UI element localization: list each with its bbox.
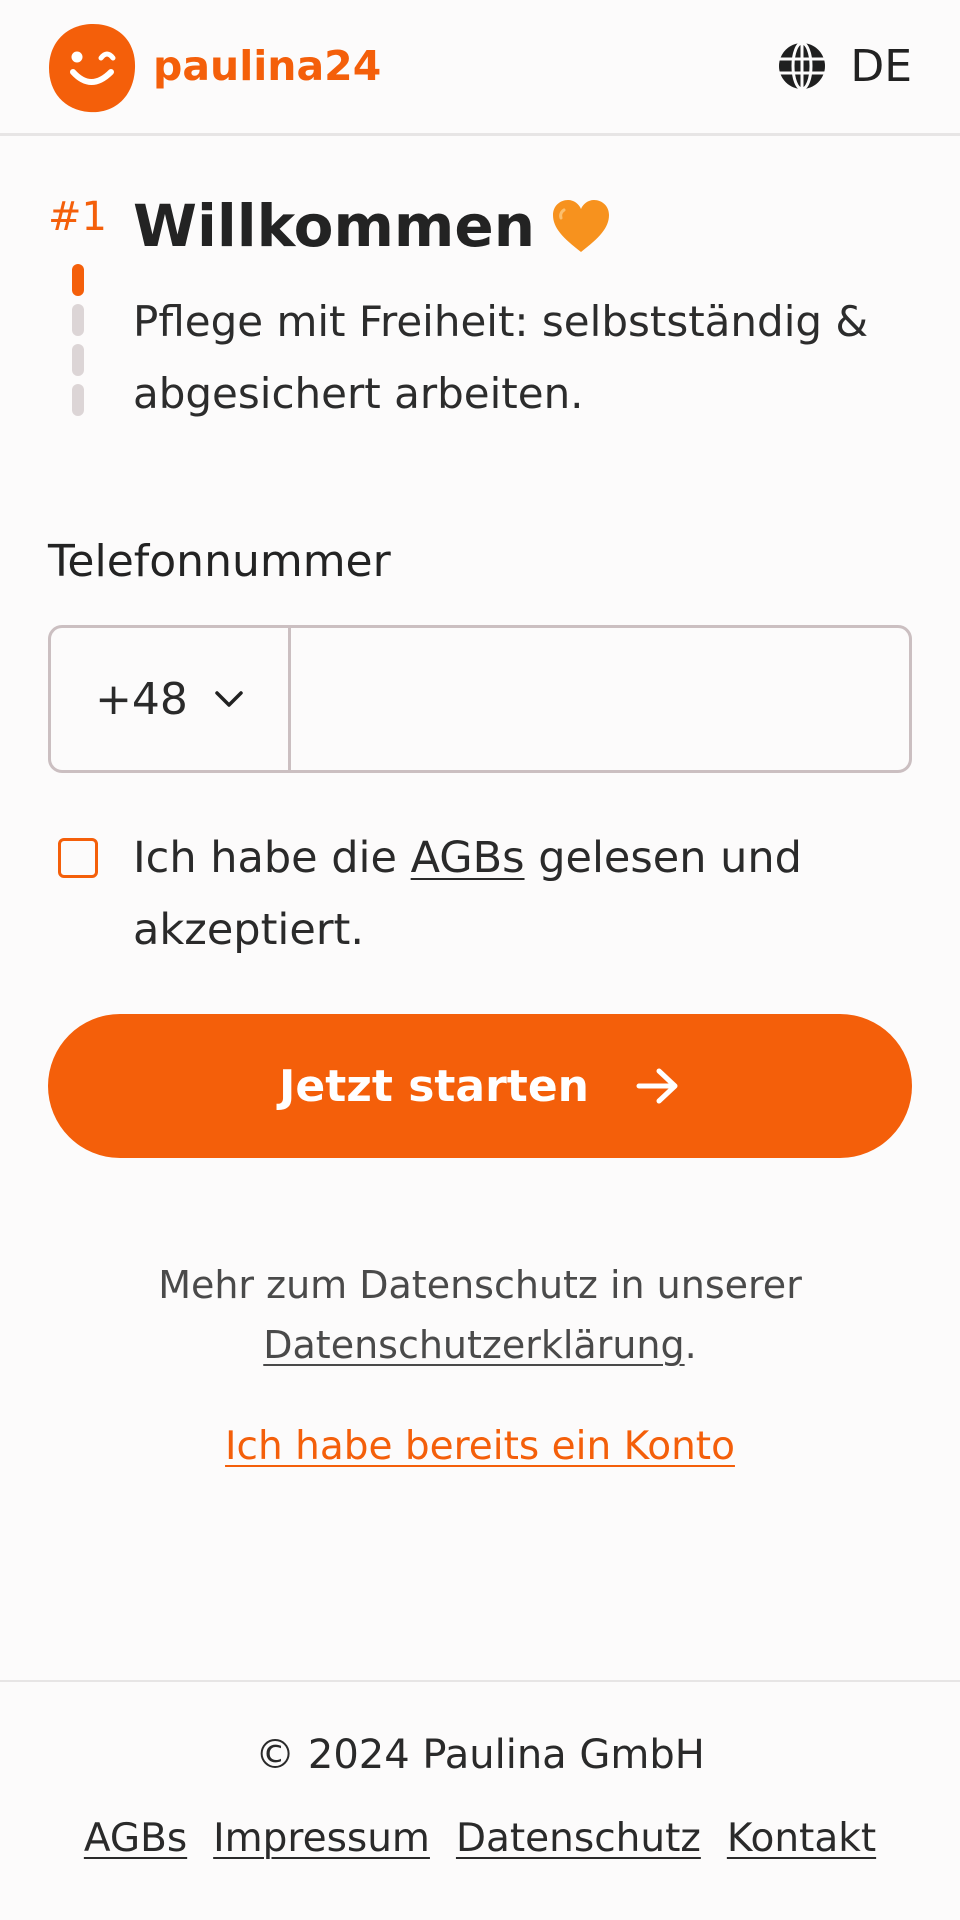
phone-field: +48 [48,625,912,773]
terms-text: Ich habe die AGBs gelesen und akzeptiert… [133,822,893,966]
footer-links: AGBs Impressum Datenschutz Kontakt [0,1816,960,1861]
privacy-text: Mehr zum Datenschutz in unserer [158,1263,802,1307]
privacy-policy-link[interactable]: Datenschutzerklärung [263,1323,684,1367]
country-code-select[interactable]: +48 [51,628,291,770]
login-link[interactable]: Ich habe bereits ein Konto [225,1424,735,1469]
step-segment-1 [72,264,84,296]
privacy-note: Mehr zum Datenschutz in unserer Datensch… [80,1255,880,1375]
brand-logo[interactable]: paulina24 [47,22,381,114]
terms-checkbox[interactable] [58,838,98,878]
step-segment-4 [72,384,84,416]
step-segment-3 [72,344,84,376]
step-number: #1 [48,194,107,240]
page-title-text: Willkommen [133,192,535,260]
start-button[interactable]: Jetzt starten [48,1014,912,1158]
footer-link-impressum[interactable]: Impressum [213,1816,430,1861]
footer-link-kontakt[interactable]: Kontakt [727,1816,876,1861]
privacy-period: . [684,1323,697,1367]
start-button-label: Jetzt starten [278,1060,590,1112]
step-progress [72,264,84,424]
phone-label: Telefonnummer [48,536,391,587]
phone-number-input[interactable] [291,628,909,770]
language-label: DE [850,40,912,92]
brand-name: paulina24 [153,42,382,90]
step-segment-2 [72,304,84,336]
login-link-wrapper: Ich habe bereits ein Konto [0,1424,960,1469]
page-title: Willkommen [133,192,611,260]
terms-prefix: Ich habe die [133,833,397,883]
orange-heart-icon [552,200,609,252]
top-header: paulina24 DE [0,0,960,136]
footer-divider [0,1680,960,1682]
chevron-down-icon [215,691,243,707]
page-subtitle: Pflege mit Freiheit: selbstständig & abg… [133,297,869,418]
copyright: © 2024 Paulina GmbH [255,1732,705,1778]
footer-link-datenschutz[interactable]: Datenschutz [456,1816,701,1861]
country-code-value: +48 [95,673,188,725]
globe-icon [779,41,826,91]
arrow-right-icon [636,1068,678,1104]
language-switcher[interactable]: DE [776,40,912,92]
smiley-logo-icon [49,23,136,113]
terms-agb-link[interactable]: AGBs [411,833,525,883]
footer-link-agbs[interactable]: AGBs [84,1816,187,1861]
